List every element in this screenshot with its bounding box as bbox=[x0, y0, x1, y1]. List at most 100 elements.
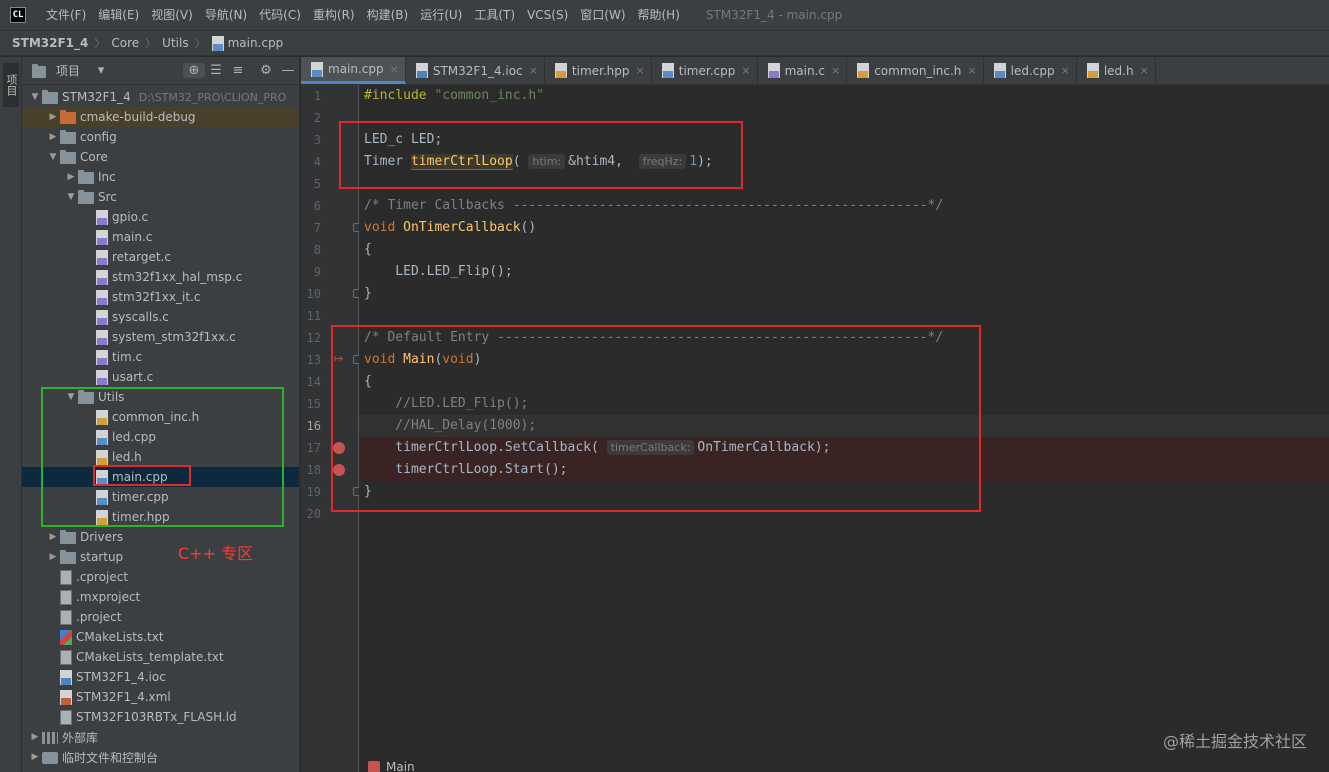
tree-item[interactable]: led.cpp bbox=[22, 427, 299, 447]
tree-item[interactable]: main.cpp bbox=[22, 467, 299, 487]
close-icon[interactable]: × bbox=[967, 64, 976, 77]
tree-item[interactable]: ▶ Inc bbox=[22, 167, 299, 187]
code-line[interactable] bbox=[359, 503, 1329, 525]
tree-item[interactable]: system_stm32f1xx.c bbox=[22, 327, 299, 347]
dropdown-chevron-icon[interactable]: ▾ bbox=[90, 63, 112, 78]
menu-item[interactable]: 帮助(H) bbox=[632, 0, 686, 30]
editor-tab[interactable]: common_inc.h × bbox=[847, 57, 984, 84]
close-icon[interactable]: × bbox=[1061, 64, 1070, 77]
code-line[interactable]: timerCtrlLoop.Start(); bbox=[359, 459, 1329, 481]
tree-item[interactable]: stm32f1xx_hal_msp.c bbox=[22, 267, 299, 287]
tree-item[interactable]: stm32f1xx_it.c bbox=[22, 287, 299, 307]
chevron-down-icon[interactable]: ▼ bbox=[64, 392, 78, 402]
close-icon[interactable]: × bbox=[1140, 64, 1149, 77]
chevron-right-icon[interactable]: ▶ bbox=[46, 112, 60, 122]
menu-item[interactable]: 构建(B) bbox=[361, 0, 415, 30]
tree-item[interactable]: timer.cpp bbox=[22, 487, 299, 507]
expand-all-icon[interactable]: ☰ bbox=[205, 63, 227, 78]
breakpoint-icon[interactable] bbox=[333, 464, 345, 476]
tree-item[interactable]: main.c bbox=[22, 227, 299, 247]
editor-tab[interactable]: STM32F1_4.ioc × bbox=[406, 57, 545, 84]
editor-tab[interactable]: timer.cpp × bbox=[652, 57, 758, 84]
close-icon[interactable]: × bbox=[831, 64, 840, 77]
code-line[interactable]: { bbox=[359, 371, 1329, 393]
gear-icon[interactable]: ⚙ bbox=[255, 63, 277, 78]
editor-tab[interactable]: led.h × bbox=[1077, 57, 1156, 84]
tree-item[interactable]: ▼ Core bbox=[22, 147, 299, 167]
code-breadcrumb[interactable]: Main bbox=[368, 760, 415, 772]
menu-item[interactable]: 导航(N) bbox=[199, 0, 253, 30]
project-panel-title[interactable]: 项目 bbox=[56, 62, 80, 79]
menu-item[interactable]: 重构(R) bbox=[307, 0, 361, 30]
tree-item[interactable]: ▶ 临时文件和控制台 bbox=[22, 747, 299, 767]
close-icon[interactable]: × bbox=[636, 64, 645, 77]
collapse-all-icon[interactable]: ≡ bbox=[227, 63, 249, 78]
tree-item[interactable]: .mxproject bbox=[22, 587, 299, 607]
code-line[interactable]: //LED.LED_Flip(); bbox=[359, 393, 1329, 415]
code-line[interactable]: LED_c LED; bbox=[359, 129, 1329, 151]
code-line[interactable]: } bbox=[359, 283, 1329, 305]
code-line[interactable] bbox=[359, 173, 1329, 195]
chevron-right-icon[interactable]: ▶ bbox=[28, 752, 42, 762]
chevron-right-icon[interactable]: ▶ bbox=[28, 732, 42, 742]
chevron-right-icon[interactable]: ▶ bbox=[64, 172, 78, 182]
code-line[interactable] bbox=[359, 305, 1329, 327]
chevron-right-icon[interactable]: ▶ bbox=[46, 132, 60, 142]
menu-item[interactable]: 窗口(W) bbox=[574, 0, 631, 30]
code-line[interactable]: } bbox=[359, 481, 1329, 503]
locate-target-icon[interactable]: ⊕ bbox=[183, 63, 205, 78]
tree-item[interactable]: led.h bbox=[22, 447, 299, 467]
menu-item[interactable]: VCS(S) bbox=[521, 0, 574, 30]
tree-item[interactable]: ▶ config bbox=[22, 127, 299, 147]
tree-item[interactable]: ▶ cmake-build-debug bbox=[22, 107, 299, 127]
minimize-icon[interactable]: — bbox=[277, 63, 299, 78]
chevron-right-icon[interactable]: ▶ bbox=[46, 532, 60, 542]
clion-logo-icon[interactable]: CL bbox=[10, 7, 26, 23]
tree-item[interactable]: .cproject bbox=[22, 567, 299, 587]
menu-item[interactable]: 文件(F) bbox=[40, 0, 92, 30]
close-icon[interactable]: × bbox=[529, 64, 538, 77]
menu-item[interactable]: 编辑(E) bbox=[92, 0, 145, 30]
close-icon[interactable]: × bbox=[741, 64, 750, 77]
tree-item[interactable]: ▼ Utils bbox=[22, 387, 299, 407]
tree-item[interactable]: syscalls.c bbox=[22, 307, 299, 327]
breadcrumb-project[interactable]: STM32F1_4 bbox=[12, 36, 88, 50]
tree-item[interactable]: usart.c bbox=[22, 367, 299, 387]
editor-tab[interactable]: main.cpp × bbox=[301, 57, 406, 84]
menu-item[interactable]: 运行(U) bbox=[414, 0, 468, 30]
tree-item[interactable]: ▶ startup bbox=[22, 547, 299, 567]
breadcrumb-core[interactable]: Core bbox=[111, 36, 139, 50]
code-line[interactable]: { bbox=[359, 239, 1329, 261]
menu-item[interactable]: 代码(C) bbox=[253, 0, 307, 30]
tree-item[interactable]: CMakeLists.txt bbox=[22, 627, 299, 647]
code-line[interactable]: Timer timerCtrlLoop( htim: &htim4, freqHz… bbox=[359, 151, 1329, 173]
code-line[interactable]: //HAL_Delay(1000); bbox=[359, 415, 1329, 437]
tree-item[interactable]: STM32F1_4.xml bbox=[22, 687, 299, 707]
chevron-right-icon[interactable]: ▶ bbox=[46, 552, 60, 562]
chevron-down-icon[interactable]: ▼ bbox=[46, 152, 60, 162]
code-line[interactable]: /* Timer Callbacks ---------------------… bbox=[359, 195, 1329, 217]
project-tool-button[interactable]: 项目 bbox=[3, 63, 19, 107]
tree-item[interactable]: .project bbox=[22, 607, 299, 627]
code-editor[interactable]: #include "common_inc.h" LED_c LED; Timer t… bbox=[359, 85, 1329, 772]
menu-item[interactable]: 视图(V) bbox=[145, 0, 199, 30]
tree-item[interactable]: CMakeLists_template.txt bbox=[22, 647, 299, 667]
editor-tab[interactable]: led.cpp × bbox=[984, 57, 1077, 84]
code-line[interactable]: void Main(void) bbox=[359, 349, 1329, 371]
editor-tab[interactable]: main.c × bbox=[758, 57, 848, 84]
code-line[interactable]: #include "common_inc.h" bbox=[359, 85, 1329, 107]
tree-item[interactable]: tim.c bbox=[22, 347, 299, 367]
code-line[interactable]: LED.LED_Flip(); bbox=[359, 261, 1329, 283]
tree-item[interactable]: ▼ STM32F1_4 D:\STM32_PRO\CLION_PRO bbox=[22, 87, 299, 107]
chevron-down-icon[interactable]: ▼ bbox=[64, 192, 78, 202]
code-line[interactable]: timerCtrlLoop.SetCallback( timerCallback… bbox=[359, 437, 1329, 459]
tree-item[interactable]: ▶ Drivers bbox=[22, 527, 299, 547]
tree-item[interactable]: common_inc.h bbox=[22, 407, 299, 427]
code-line[interactable]: void OnTimerCallback() bbox=[359, 217, 1329, 239]
breakpoint-icon[interactable] bbox=[333, 442, 345, 454]
tree-item[interactable]: ▼ Src bbox=[22, 187, 299, 207]
close-icon[interactable]: × bbox=[390, 63, 399, 76]
run-gutter-icon[interactable]: ↦ bbox=[334, 352, 343, 365]
tree-item[interactable]: STM32F1_4.ioc bbox=[22, 667, 299, 687]
editor-tab[interactable]: timer.hpp × bbox=[545, 57, 652, 84]
